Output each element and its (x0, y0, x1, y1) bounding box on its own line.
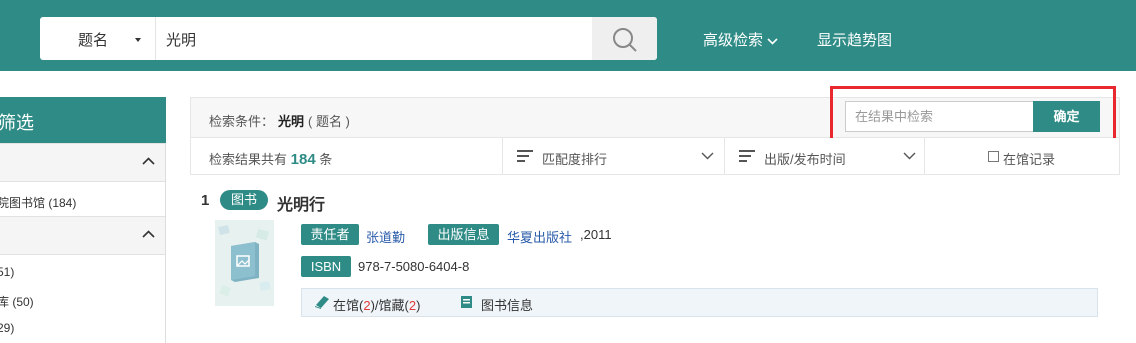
isbn-value: 978-7-5080-6404-8 (358, 259, 470, 274)
result-title[interactable]: 光明行 (277, 191, 325, 215)
filter-item[interactable]: 院图书馆 (184) (0, 194, 76, 211)
in-library-label: 在馆记录 (1003, 152, 1056, 167)
filter-sidebar: 院图书馆 (184) 51) 库 (50) 29) (0, 143, 166, 343)
publication-badge: 出版信息 (428, 224, 499, 245)
search-icon (613, 28, 637, 52)
book-info-icon (461, 296, 472, 308)
sort-relevance-label: 匹配度排行 (542, 152, 608, 167)
sort-pubdate[interactable]: 出版/发布时间 (725, 138, 925, 174)
result-count-cell: 检索结果共有 184 条 (191, 138, 503, 174)
holding-total-count: 2 (408, 298, 417, 313)
book-holding-icon (315, 296, 329, 309)
search-box: 题名 光明 (40, 17, 657, 60)
holding-mid: )/馆藏( (370, 298, 409, 313)
book-cover-placeholder (215, 220, 274, 306)
advanced-search-label: 高级检索 (703, 32, 764, 49)
sort-icon (739, 150, 755, 162)
filter-item[interactable]: 29) (0, 321, 14, 335)
filter-title: 筛选 (0, 113, 34, 133)
holding-in-count: 2 (363, 298, 371, 313)
chevron-up-icon (142, 230, 155, 238)
show-trend-link[interactable]: 显示趋势图 (817, 29, 892, 50)
holding-bar: 在馆(2)/馆藏(2) 图书信息 (301, 288, 1098, 317)
chevron-down-icon (701, 152, 714, 160)
caret-down-icon (135, 38, 141, 42)
sort-pubdate-label: 出版/发布时间 (764, 152, 846, 167)
holding-prefix: 在馆( (333, 298, 364, 313)
isbn-badge: ISBN (301, 256, 351, 277)
condition-label: 检索条件： (209, 114, 275, 129)
count-prefix: 检索结果共有 (209, 152, 288, 167)
chevron-up-icon (142, 157, 155, 165)
advanced-search-link[interactable]: 高级检索 (703, 29, 778, 50)
author-link[interactable]: 张道勤 (366, 227, 405, 246)
search-field-label: 题名 (78, 32, 109, 49)
filter-item[interactable]: 库 (50) (0, 293, 34, 310)
highlight-box (830, 86, 1116, 144)
search-input[interactable]: 光明 (166, 29, 196, 50)
filter-header: 筛选 (0, 97, 166, 143)
result-index: 1 (201, 192, 210, 209)
type-badge: 图书 (220, 190, 268, 210)
filter-item[interactable]: 51) (0, 265, 14, 279)
in-library-checkbox[interactable] (988, 151, 999, 162)
sort-icon (517, 150, 533, 162)
chevron-down-icon (903, 152, 916, 160)
filter-group-toggle[interactable] (0, 143, 165, 182)
sort-relevance[interactable]: 匹配度排行 (503, 138, 725, 174)
holding-suffix: ) (416, 298, 421, 313)
chevron-down-icon (767, 37, 778, 45)
search-button[interactable] (592, 17, 657, 60)
author-badge: 责任者 (301, 224, 359, 245)
condition-term: 光明 (278, 114, 305, 129)
top-bar: 题名 光明 高级检索 显示趋势图 (0, 0, 1136, 71)
publication-year: ,2011 (580, 227, 612, 242)
sort-bar: 检索结果共有 184 条 匹配度排行 出版/发布时间 在馆记录 (190, 138, 1120, 175)
book-icon (218, 225, 271, 297)
count-suffix: 条 (319, 152, 333, 167)
count-number: 184 (290, 151, 316, 168)
holding-status[interactable]: 在馆(2)/馆藏(2) (333, 295, 420, 314)
result-count: 检索结果共有 184 条 (209, 149, 332, 168)
condition-field: ( 题名 ) (308, 114, 350, 129)
publisher-link[interactable]: 华夏出版社 (507, 227, 572, 246)
search-field-select[interactable]: 题名 (40, 17, 156, 60)
book-info-link[interactable]: 图书信息 (481, 295, 533, 314)
filter-group-toggle[interactable] (0, 216, 165, 255)
